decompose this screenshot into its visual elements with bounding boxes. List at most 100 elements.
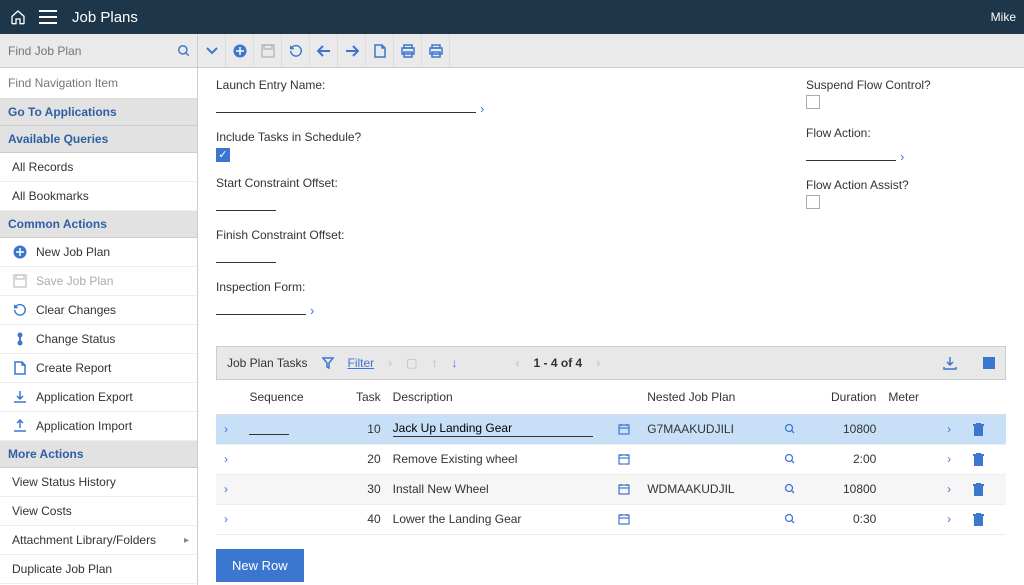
col-description[interactable]: Description [393, 390, 618, 404]
flow-assist-field: Flow Action Assist? [806, 178, 1006, 212]
delete-icon[interactable] [973, 513, 998, 526]
nav-new-job-plan[interactable]: New Job Plan [0, 238, 197, 267]
suspend-flow-field: Suspend Flow Control? [806, 78, 1006, 112]
content-area: Launch Entry Name: › Include Tasks in Sc… [198, 68, 1024, 585]
col-duration[interactable]: Duration [810, 390, 889, 404]
maximize-icon[interactable] [983, 357, 995, 369]
calendar-icon[interactable] [618, 483, 647, 495]
nav-all-records[interactable]: All Records [0, 153, 197, 182]
tasks-panel-title: Job Plan Tasks [227, 356, 308, 370]
chevron-right-icon[interactable]: › [480, 101, 484, 116]
chevron-down-icon[interactable] [198, 34, 226, 67]
print-alt-icon[interactable] [422, 34, 450, 67]
page-prev-icon: ‹ [516, 356, 520, 370]
flow-action-field: Flow Action: › [806, 126, 1006, 164]
table-row[interactable]: › 10 G7MAAKUDJILI 10800 › [216, 415, 1006, 445]
inspection-form-input[interactable] [216, 297, 306, 315]
calendar-icon[interactable] [618, 453, 647, 465]
description-input[interactable] [393, 421, 593, 437]
col-meter[interactable]: Meter [888, 390, 947, 404]
calendar-icon[interactable] [618, 513, 647, 525]
current-user[interactable]: Mike [991, 10, 1016, 24]
duration: 10800 [810, 422, 889, 436]
back-icon[interactable] [310, 34, 338, 67]
status-icon [12, 332, 28, 346]
delete-icon[interactable] [973, 423, 998, 436]
flow-assist-checkbox[interactable] [806, 195, 820, 209]
table-row[interactable]: › 20 Remove Existing wheel 2:00 › [216, 445, 1006, 475]
delete-icon[interactable] [973, 453, 998, 466]
start-offset-field: Start Constraint Offset: [216, 176, 484, 214]
finish-offset-input[interactable] [216, 245, 276, 263]
task-number: 40 [334, 512, 393, 526]
nav-change-status[interactable]: Change Status [0, 325, 197, 354]
expand-icon[interactable]: › [224, 482, 228, 496]
nav-app-export[interactable]: Application Export [0, 383, 197, 412]
home-icon[interactable] [8, 7, 28, 27]
start-offset-input[interactable] [216, 193, 276, 211]
flow-action-input[interactable] [806, 143, 896, 161]
nested-jp: WDMAAKUDJIL [647, 482, 784, 496]
menu-icon[interactable] [38, 7, 58, 27]
add-icon[interactable] [226, 34, 254, 67]
nav-app-import[interactable]: Application Import [0, 412, 197, 441]
detail-icon[interactable]: › [947, 482, 951, 496]
delete-icon[interactable] [973, 483, 998, 496]
page-title: Job Plans [72, 9, 138, 26]
print-icon[interactable] [394, 34, 422, 67]
description: Remove Existing wheel [393, 452, 518, 466]
lookup-icon[interactable] [784, 453, 809, 465]
expand-icon[interactable]: › [224, 512, 228, 526]
nav-view-costs[interactable]: View Costs [0, 497, 197, 526]
lookup-icon[interactable] [784, 513, 809, 525]
new-row-button[interactable]: New Row [216, 549, 304, 582]
down-icon[interactable]: ↓ [452, 356, 458, 370]
include-tasks-field: Include Tasks in Schedule? ✓ [216, 130, 484, 162]
include-tasks-checkbox[interactable]: ✓ [216, 148, 230, 162]
lookup-icon[interactable] [784, 423, 809, 435]
undo-icon [12, 303, 28, 317]
col-task[interactable]: Task [334, 390, 393, 404]
duration: 2:00 [810, 452, 889, 466]
filter-icon[interactable] [322, 357, 334, 369]
search-wrap [0, 34, 198, 67]
forward-icon[interactable] [338, 34, 366, 67]
col-nested[interactable]: Nested Job Plan [647, 390, 784, 404]
save-icon [12, 274, 28, 288]
download-icon[interactable] [943, 356, 957, 370]
detail-icon[interactable]: › [947, 452, 951, 466]
expand-icon[interactable]: › [224, 422, 228, 436]
nav-search-input[interactable] [0, 68, 197, 99]
launch-entry-input[interactable] [216, 95, 476, 113]
lookup-icon[interactable] [784, 483, 809, 495]
expand-icon[interactable]: › [224, 452, 228, 466]
col-sequence[interactable]: Sequence [249, 390, 333, 404]
nav-duplicate[interactable]: Duplicate Job Plan [0, 555, 197, 584]
nav-status-history[interactable]: View Status History [0, 468, 197, 497]
calendar-icon[interactable] [618, 423, 647, 435]
nav-clear-changes[interactable]: Clear Changes [0, 296, 197, 325]
undo-icon[interactable] [282, 34, 310, 67]
table-row[interactable]: › 30 Install New Wheel WDMAAKUDJIL 10800… [216, 475, 1006, 505]
nav-create-report[interactable]: Create Report [0, 354, 197, 383]
search-icon[interactable] [171, 34, 197, 67]
launch-entry-field: Launch Entry Name: › [216, 78, 484, 116]
save-icon [254, 34, 282, 67]
table-row[interactable]: › 40 Lower the Landing Gear 0:30 › [216, 505, 1006, 535]
nav-attachment-library[interactable]: Attachment Library/Folders▸ [0, 526, 197, 555]
suspend-flow-checkbox[interactable] [806, 95, 820, 109]
nav-all-bookmarks[interactable]: All Bookmarks [0, 182, 197, 211]
document-icon[interactable] [366, 34, 394, 67]
section-common: Common Actions [0, 211, 197, 238]
detail-icon[interactable]: › [947, 512, 951, 526]
task-number: 30 [334, 482, 393, 496]
chevron-right-icon[interactable]: › [900, 149, 904, 164]
app-header: Job Plans Mike [0, 0, 1024, 34]
filter-link[interactable]: Filter [348, 356, 375, 370]
chevron-right-icon[interactable]: › [310, 303, 314, 318]
search-input[interactable] [0, 34, 171, 67]
section-queries: Available Queries [0, 126, 197, 153]
sequence-input[interactable] [249, 421, 289, 435]
section-goto[interactable]: Go To Applications [0, 99, 197, 126]
detail-icon[interactable]: › [947, 422, 951, 436]
